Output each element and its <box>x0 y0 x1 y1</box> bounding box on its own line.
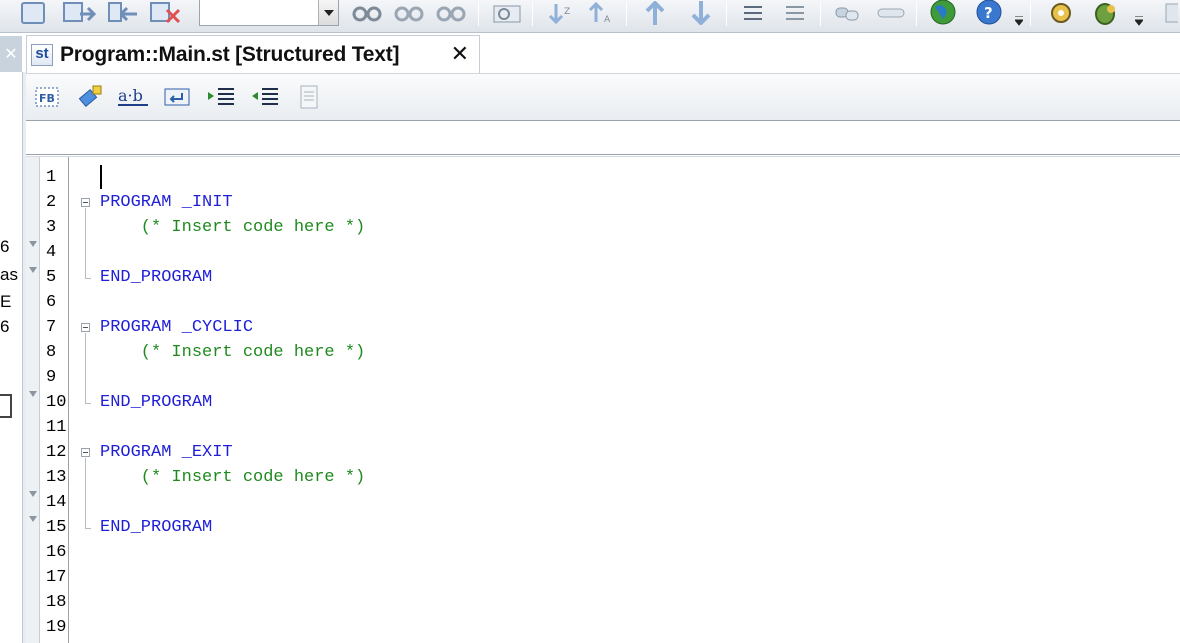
collapse-marker-icon[interactable] <box>29 491 37 497</box>
left-panel-text: 6 <box>0 317 10 336</box>
open-file-icon[interactable] <box>60 0 100 26</box>
line-number: 19 <box>46 618 67 637</box>
function-block-icon[interactable]: FB <box>32 82 64 112</box>
left-panel-text: as <box>0 265 18 284</box>
arrow-down-icon[interactable] <box>684 0 718 26</box>
line-number-gutter: 1 2 3 4 5 6 7 8 9 10 11 12 13 14 15 16 1… <box>41 157 69 643</box>
line-number: 6 <box>46 293 57 312</box>
align-icon[interactable] <box>738 0 768 26</box>
close-tab-icon[interactable]: ✕ <box>451 42 469 67</box>
fold-guide <box>85 333 86 403</box>
marker-column <box>26 157 40 643</box>
line-number: 3 <box>46 218 57 237</box>
indent-icon[interactable] <box>204 82 238 112</box>
code-line: (* Insert code here *) <box>100 218 366 237</box>
line-number: 7 <box>46 318 57 337</box>
wrap-icon[interactable] <box>160 82 194 112</box>
svg-text:A: A <box>604 15 611 24</box>
code-line: END_PROGRAM <box>100 268 213 287</box>
line-number: 10 <box>46 393 67 412</box>
sort-asc-icon[interactable]: Z <box>544 0 578 26</box>
link-icon[interactable] <box>830 0 864 26</box>
align-outdent-icon[interactable] <box>780 0 810 26</box>
line-number: 17 <box>46 568 67 587</box>
chevron-down-icon[interactable] <box>318 0 338 25</box>
code-line: END_PROGRAM <box>100 393 213 412</box>
fold-toggle-icon[interactable] <box>81 448 90 457</box>
line-number: 1 <box>46 168 57 187</box>
code-line: PROGRAM _INIT <box>100 193 233 212</box>
find-replace-icon[interactable] <box>490 0 524 26</box>
line-number: 8 <box>46 343 57 362</box>
tab-main-st[interactable]: st Program::Main.st [Structured Text] ✕ <box>26 35 480 73</box>
binoculars-icon[interactable] <box>350 0 384 26</box>
collapse-marker-icon[interactable] <box>29 267 37 273</box>
line-number: 12 <box>46 443 67 462</box>
code-line: PROGRAM _CYCLIC <box>100 318 254 337</box>
properties-icon[interactable] <box>292 82 326 112</box>
code-line: END_PROGRAM <box>100 518 213 537</box>
svg-text:?: ? <box>984 4 993 22</box>
svg-text:a·b: a·b <box>118 86 143 105</box>
fold-guide <box>85 403 91 404</box>
collapse-marker-icon[interactable] <box>29 516 37 522</box>
new-file-icon[interactable] <box>18 0 48 26</box>
line-number: 13 <box>46 468 67 487</box>
editor-toolbar: FB a·b <box>26 73 1180 120</box>
help-icon[interactable]: ? <box>972 0 1006 26</box>
collapse-marker-icon[interactable] <box>29 241 37 247</box>
structured-text-icon: st <box>31 43 53 66</box>
line-number: 16 <box>46 543 67 562</box>
settings-gear-icon[interactable] <box>1044 0 1078 26</box>
left-panel-field[interactable] <box>0 394 12 418</box>
fold-guide <box>85 278 91 279</box>
code-line: (* Insert code here *) <box>100 343 366 362</box>
fold-guide <box>85 208 86 278</box>
dropdown-arrow-icon[interactable] <box>1012 14 1026 28</box>
globe-icon[interactable] <box>926 0 960 26</box>
delete-icon[interactable] <box>148 0 184 26</box>
binoculars-prev-icon[interactable] <box>434 0 468 26</box>
dropdown-arrow-icon[interactable] <box>1132 14 1146 28</box>
ab-rename-icon[interactable]: a·b <box>114 82 152 112</box>
fold-guide <box>85 458 86 528</box>
tab-strip: st Program::Main.st [Structured Text] ✕ <box>26 33 1180 73</box>
tab-title: Program::Main.st [Structured Text] <box>60 42 400 66</box>
left-panel <box>0 33 22 643</box>
toolbar-combo[interactable] <box>199 0 339 26</box>
fold-toggle-icon[interactable] <box>81 198 90 207</box>
binoculars-next-icon[interactable] <box>392 0 426 26</box>
left-panel-text: E <box>0 292 12 311</box>
line-number: 15 <box>46 518 67 537</box>
svg-text:FB: FB <box>39 92 55 105</box>
text-caret <box>100 165 102 189</box>
left-panel-text: 6 <box>0 237 10 256</box>
line-number: 2 <box>46 193 57 212</box>
code-line: (* Insert code here *) <box>100 468 366 487</box>
line-number: 14 <box>46 493 67 512</box>
editor-input-bar[interactable] <box>26 120 1180 155</box>
editor-input-field[interactable] <box>26 121 1180 154</box>
line-number: 5 <box>46 268 57 287</box>
code-line: PROGRAM _EXIT <box>100 443 233 462</box>
main-toolbar: Z A ? <box>0 0 1180 33</box>
unlink-icon[interactable] <box>874 0 908 26</box>
overflow-icon[interactable] <box>1156 0 1180 26</box>
sort-desc-icon[interactable]: A <box>584 0 618 26</box>
outdent-icon[interactable] <box>248 82 282 112</box>
line-number: 4 <box>46 243 57 262</box>
line-number: 18 <box>46 593 67 612</box>
collapse-marker-icon[interactable] <box>29 391 37 397</box>
debug-bug-icon[interactable] <box>1088 0 1122 26</box>
fold-toggle-icon[interactable] <box>81 323 90 332</box>
save-file-icon[interactable] <box>106 0 142 26</box>
svg-text:Z: Z <box>564 7 570 17</box>
line-number: 9 <box>46 368 57 387</box>
close-icon[interactable]: ✕ <box>0 36 22 72</box>
code-editor[interactable]: 1 2 3 4 5 6 7 8 9 10 11 12 13 14 15 16 1… <box>26 156 1180 643</box>
arrow-up-icon[interactable] <box>638 0 672 26</box>
fold-guide <box>85 528 91 529</box>
line-number: 11 <box>46 418 67 437</box>
insert-element-icon[interactable] <box>74 82 106 112</box>
